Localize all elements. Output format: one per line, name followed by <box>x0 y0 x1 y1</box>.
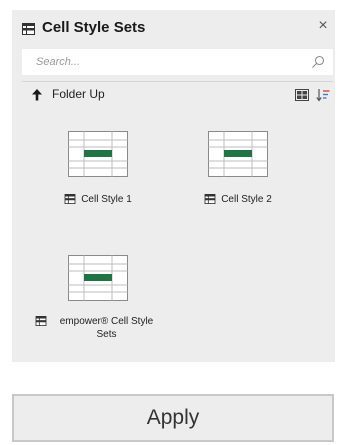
table-style-icon <box>64 194 76 204</box>
search-input[interactable] <box>22 49 302 75</box>
panel-header: Cell Style Sets × <box>12 10 335 48</box>
cell-style-thumbnail <box>68 131 128 177</box>
folder-up-button[interactable]: Folder Up <box>22 84 172 104</box>
cell-style-tile[interactable]: Cell Style 2 <box>183 131 293 206</box>
tile-label: Cell Style 2 <box>221 194 272 205</box>
close-icon[interactable]: × <box>315 18 331 34</box>
table-style-icon <box>22 23 35 35</box>
apply-button[interactable]: Apply <box>12 394 334 442</box>
arrow-up-icon <box>32 88 42 100</box>
tile-label-row: Cell Style 2 <box>183 193 293 206</box>
search-icon[interactable] <box>311 55 325 69</box>
cell-style-thumbnail <box>68 255 128 301</box>
cell-style-sets-panel: Cell Style Sets × Folder Up <box>12 10 335 362</box>
large-icons-view-icon[interactable] <box>295 89 309 101</box>
divider <box>22 81 333 82</box>
tile-label: empower® Cell Style Sets <box>59 316 154 340</box>
folder-up-label: Folder Up <box>52 87 105 101</box>
search-box <box>22 49 333 75</box>
table-style-icon <box>204 194 216 204</box>
cell-style-tile[interactable]: empower® Cell Style Sets <box>31 255 165 341</box>
tile-label-row: Cell Style 1 <box>43 193 153 206</box>
cell-style-tile[interactable]: Cell Style 1 <box>43 131 153 206</box>
tile-label: Cell Style 1 <box>81 194 132 205</box>
panel-title: Cell Style Sets <box>42 19 146 36</box>
cell-style-thumbnail <box>208 131 268 177</box>
table-style-icon <box>35 316 46 326</box>
sort-icon[interactable] <box>316 88 330 102</box>
tile-label-row: empower® Cell Style Sets <box>31 315 165 341</box>
